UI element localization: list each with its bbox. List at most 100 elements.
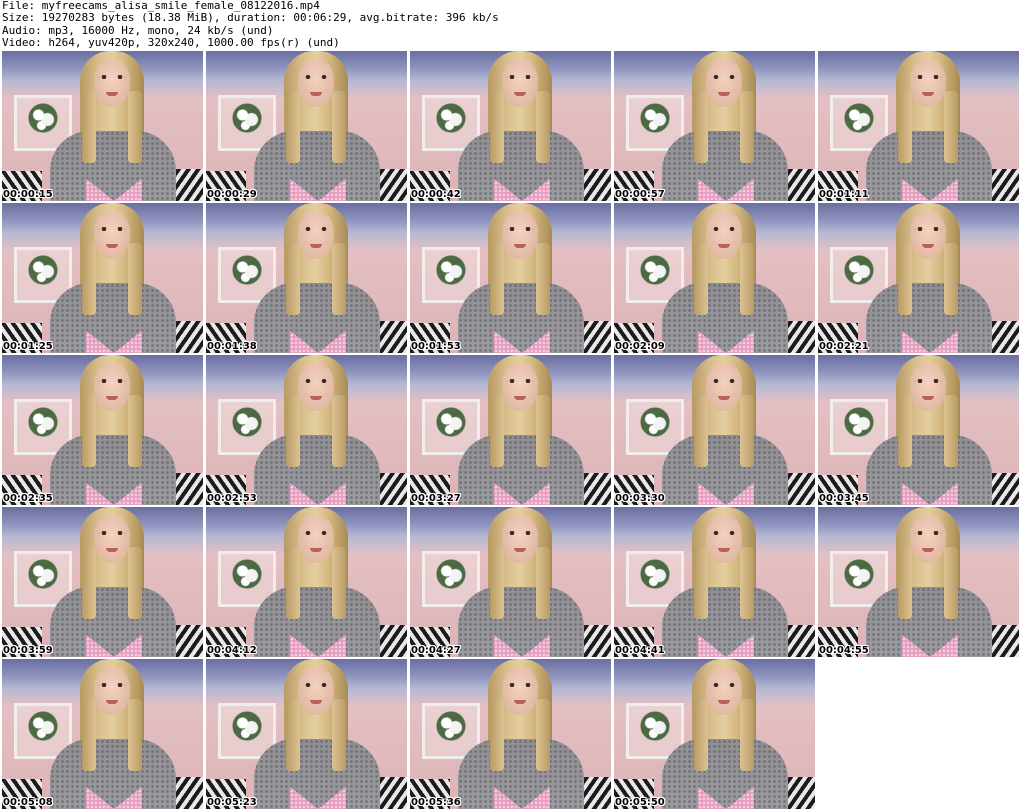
sweater	[662, 435, 788, 505]
file-size-line: Size: 19270283 bytes (18.38 MiB), durati…	[2, 11, 499, 25]
hair-strand-right	[128, 547, 142, 619]
sweater	[50, 587, 176, 657]
frame-timestamp: 00:04:12	[207, 645, 257, 656]
hair-strand-left	[490, 243, 504, 315]
frame-timestamp: 00:00:15	[3, 189, 53, 200]
hair-strand-left	[898, 395, 912, 467]
video-frame-thumbnail: 00:03:45	[818, 355, 1019, 505]
sweater	[458, 435, 584, 505]
video-frame-thumbnail: 00:02:35	[2, 355, 203, 505]
sweater	[50, 435, 176, 505]
frame-timestamp: 00:05:08	[3, 797, 53, 808]
frame-timestamp: 00:04:55	[819, 645, 869, 656]
face	[706, 363, 742, 411]
sweater	[50, 131, 176, 201]
hair-strand-right	[128, 395, 142, 467]
flower-bouquet	[28, 255, 58, 285]
face	[94, 667, 130, 715]
eyes	[713, 227, 735, 231]
flower-bouquet	[232, 103, 262, 133]
face	[94, 59, 130, 107]
eyes	[509, 683, 531, 687]
flower-bouquet	[844, 559, 874, 589]
hair-strand-left	[286, 243, 300, 315]
video-frame-thumbnail: 00:05:50	[614, 659, 815, 809]
frame-timestamp: 00:02:53	[207, 493, 257, 504]
flower-bouquet	[640, 103, 670, 133]
face	[298, 363, 334, 411]
hair-strand-left	[694, 699, 708, 771]
face	[706, 667, 742, 715]
eyes	[101, 379, 123, 383]
eyes	[305, 379, 327, 383]
hair-strand-right	[128, 699, 142, 771]
face	[502, 211, 538, 259]
video-frame-thumbnail: 00:03:27	[410, 355, 611, 505]
eyes	[305, 227, 327, 231]
video-frame-thumbnail: 00:04:27	[410, 507, 611, 657]
hair-strand-left	[694, 243, 708, 315]
video-frame-thumbnail: 00:00:42	[410, 51, 611, 201]
sweater	[254, 587, 380, 657]
flower-bouquet	[640, 711, 670, 741]
eyes	[509, 227, 531, 231]
sweater	[254, 739, 380, 809]
hair-strand-right	[332, 243, 346, 315]
hair-strand-left	[898, 91, 912, 163]
video-frame-thumbnail: 00:00:57	[614, 51, 815, 201]
video-info-header: File: myfreecams_alisa_smile_female_0812…	[2, 0, 1022, 50]
eyes	[713, 531, 735, 535]
video-frame-thumbnail: 00:05:08	[2, 659, 203, 809]
flower-bouquet	[844, 255, 874, 285]
frame-timestamp: 00:02:35	[3, 493, 53, 504]
face	[94, 211, 130, 259]
hair-strand-left	[694, 547, 708, 619]
eyes	[101, 531, 123, 535]
sweater	[458, 131, 584, 201]
hair-strand-left	[82, 699, 96, 771]
flower-bouquet	[640, 559, 670, 589]
hair-strand-left	[490, 547, 504, 619]
flower-bouquet	[436, 255, 466, 285]
eyes	[101, 683, 123, 687]
hair-strand-left	[286, 395, 300, 467]
sweater	[254, 131, 380, 201]
frame-timestamp: 00:03:45	[819, 493, 869, 504]
eyes	[917, 75, 939, 79]
video-frame-thumbnail: 00:04:41	[614, 507, 815, 657]
face	[298, 211, 334, 259]
sweater	[50, 283, 176, 353]
hair-strand-right	[332, 699, 346, 771]
flower-bouquet	[436, 559, 466, 589]
eyes	[101, 75, 123, 79]
flower-bouquet	[28, 559, 58, 589]
eyes	[305, 531, 327, 535]
flower-bouquet	[436, 711, 466, 741]
frame-timestamp: 00:05:36	[411, 797, 461, 808]
flower-bouquet	[232, 407, 262, 437]
face	[94, 515, 130, 563]
face	[298, 59, 334, 107]
frame-timestamp: 00:00:57	[615, 189, 665, 200]
video-frame-thumbnail: 00:05:36	[410, 659, 611, 809]
eyes	[509, 531, 531, 535]
hair-strand-left	[694, 91, 708, 163]
flower-bouquet	[232, 559, 262, 589]
eyes	[917, 531, 939, 535]
hair-strand-right	[128, 91, 142, 163]
hair-strand-left	[286, 547, 300, 619]
face	[298, 667, 334, 715]
video-frame-thumbnail: 00:00:29	[206, 51, 407, 201]
face	[502, 59, 538, 107]
eyes	[713, 379, 735, 383]
frame-timestamp: 00:04:41	[615, 645, 665, 656]
video-frame-thumbnail: 00:03:30	[614, 355, 815, 505]
hair-strand-right	[128, 243, 142, 315]
hair-strand-right	[536, 547, 550, 619]
flower-bouquet	[232, 711, 262, 741]
flower-bouquet	[844, 407, 874, 437]
hair-strand-right	[536, 699, 550, 771]
frame-timestamp: 00:05:23	[207, 797, 257, 808]
hair-strand-left	[82, 547, 96, 619]
eyes	[917, 379, 939, 383]
